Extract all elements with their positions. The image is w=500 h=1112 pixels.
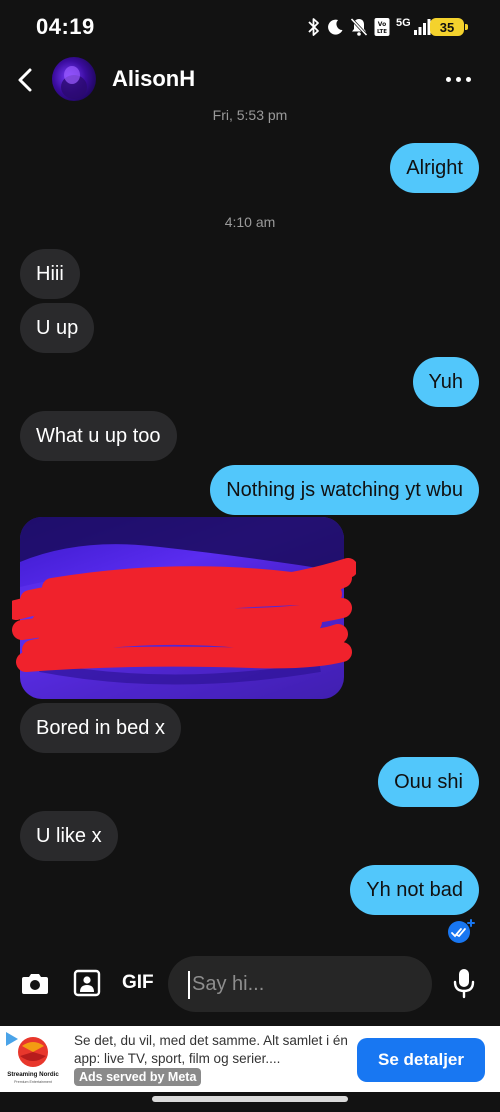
battery-indicator: 35 (430, 18, 464, 36)
seen-receipt-icon (448, 919, 475, 943)
advertiser-logo[interactable]: Streaming Nordic Premium Entertainment (4, 1030, 62, 1086)
back-arrow-icon[interactable] (16, 66, 36, 94)
avatar[interactable] (52, 57, 96, 101)
redaction-scribble (12, 558, 356, 672)
microphone-icon[interactable] (452, 966, 476, 1000)
bluetooth-icon (308, 18, 319, 36)
status-time: 04:19 (36, 14, 95, 39)
ad-text[interactable]: Se det, du vil, med det samme. Alt samle… (74, 1032, 350, 1068)
incoming-message[interactable]: Hiii (20, 249, 80, 299)
message-input[interactable] (168, 956, 432, 1012)
incoming-message[interactable]: U up (20, 303, 95, 353)
mute-bell-icon (350, 17, 368, 37)
avatar-image (61, 66, 87, 99)
incoming-message[interactable]: What u up too (20, 411, 177, 461)
outgoing-message[interactable]: Ouu shi (378, 757, 479, 807)
svg-text:LTE: LTE (377, 29, 387, 35)
camera-icon[interactable] (20, 968, 50, 998)
status-icons: Vo LTE 5G (308, 16, 431, 38)
svg-text:Premium Entertainment: Premium Entertainment (14, 1080, 52, 1084)
text-caret (188, 971, 190, 999)
timestamp: 4:10 am (224, 214, 276, 230)
timestamp: Fri, 5:53 pm (212, 107, 288, 123)
volte-icon: Vo LTE (374, 18, 390, 36)
outgoing-message[interactable]: Yuh (412, 357, 479, 407)
contact-name[interactable]: AlisonH (112, 66, 195, 92)
more-options-icon[interactable] (446, 70, 476, 88)
outgoing-message[interactable]: Nothing js watching yt wbu (210, 465, 479, 515)
network-type: 5G (396, 17, 411, 29)
battery-tip (465, 24, 468, 30)
outgoing-message[interactable]: Yh not bad (350, 865, 479, 915)
incoming-message[interactable]: U like x (20, 811, 118, 861)
gif-button[interactable]: GIF (122, 972, 154, 994)
svg-text:Streaming Nordic: Streaming Nordic (7, 1071, 59, 1078)
incoming-message[interactable]: Bored in bed x (20, 703, 181, 753)
outgoing-message[interactable]: Alright (390, 143, 479, 193)
gallery-icon[interactable] (72, 968, 102, 998)
ad-disclosure-badge[interactable]: Ads served by Meta (74, 1068, 202, 1086)
home-indicator[interactable] (152, 1096, 348, 1102)
signal-strength-icon (413, 19, 431, 35)
svg-text:Vo: Vo (378, 21, 386, 28)
do-not-disturb-moon-icon (328, 19, 343, 35)
ad-cta-button[interactable]: Se detaljer (357, 1038, 485, 1082)
streaming-nordic-logo: Streaming Nordic Premium Entertainment (6, 1032, 59, 1084)
